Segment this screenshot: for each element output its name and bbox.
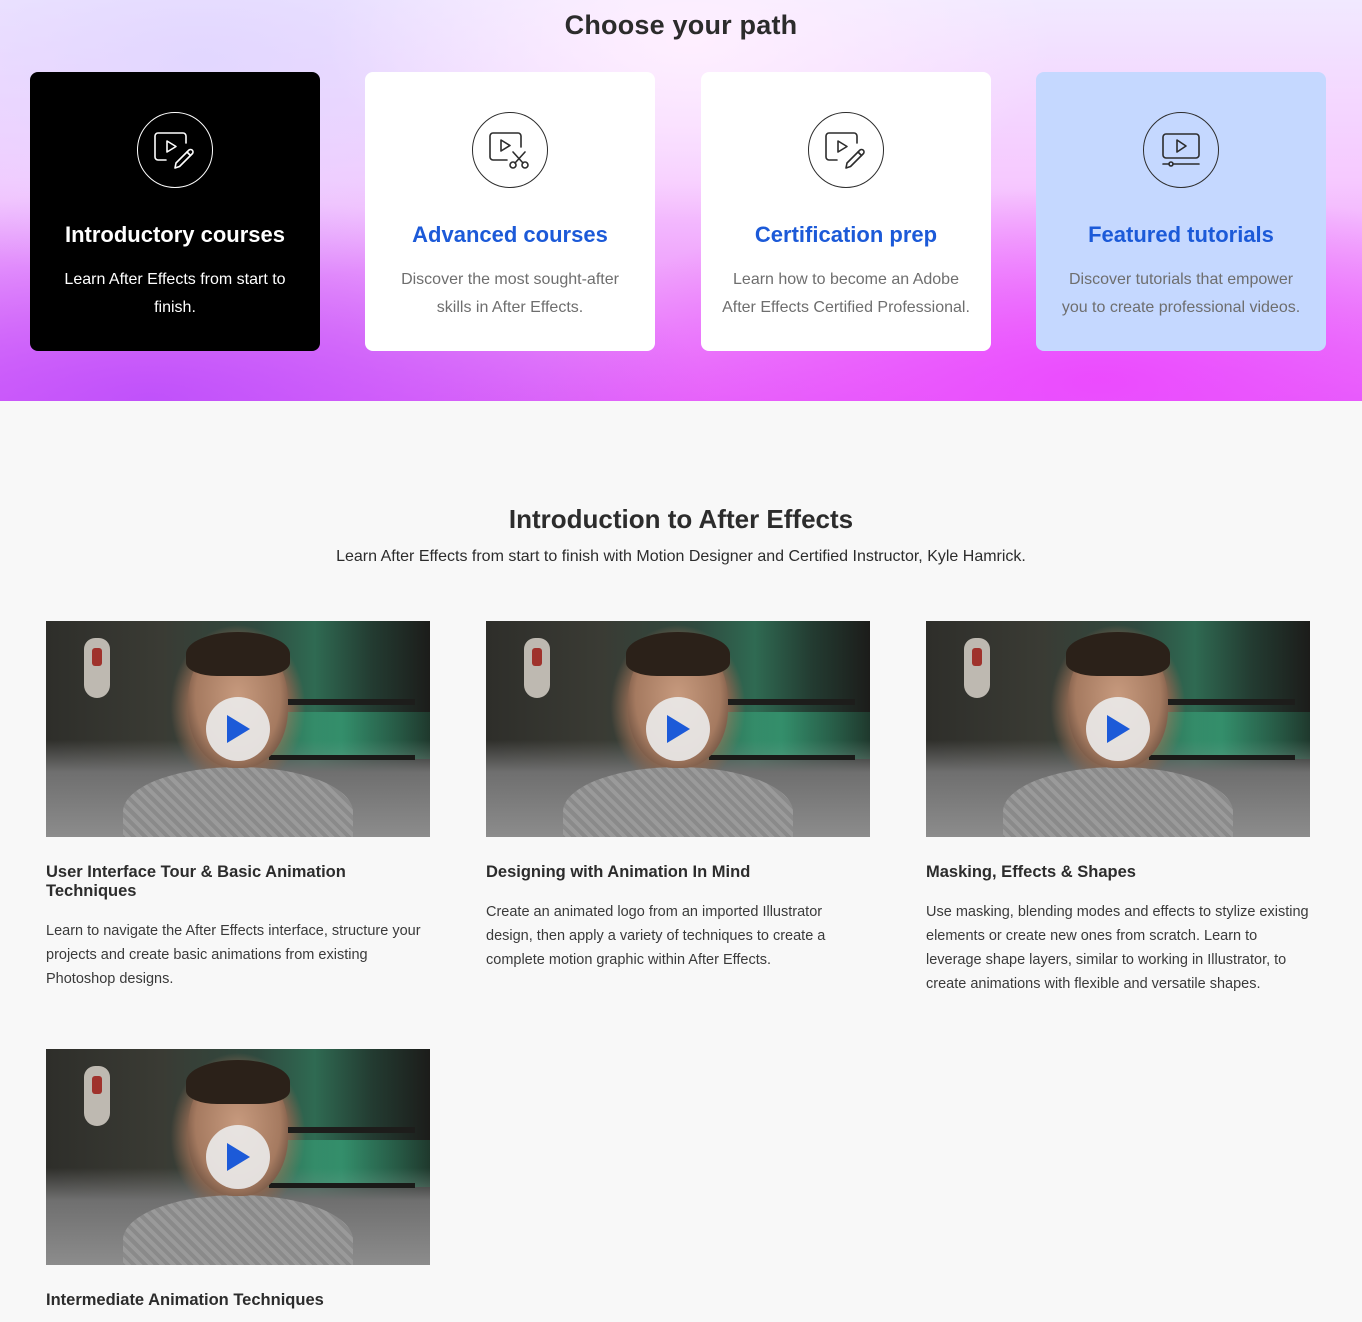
video-cut-icon <box>472 112 548 188</box>
path-card-title: Introductory courses <box>64 222 286 247</box>
video-card: User Interface Tour & Basic Animation Te… <box>46 621 430 991</box>
play-icon[interactable] <box>206 1125 270 1189</box>
hero-title: Choose your path <box>564 10 798 40</box>
video-edit-icon <box>808 112 884 188</box>
video-card: Intermediate Animation Techniques <box>46 1049 430 1310</box>
video-thumbnail[interactable] <box>486 621 870 837</box>
video-desc: Use masking, blending modes and effects … <box>926 904 1309 992</box>
path-card-advanced[interactable]: Advanced courses Discover the most sough… <box>365 72 655 351</box>
path-card-desc: Discover the most sought-after skills in… <box>401 271 619 316</box>
section-title: Introduction to After Effects <box>508 504 854 534</box>
video-thumbnail[interactable] <box>926 621 1310 837</box>
video-title[interactable]: Masking, Effects & Shapes <box>926 863 1310 882</box>
choose-path-hero: Choose your path Introductory courses Le… <box>0 0 1362 401</box>
video-card: Masking, Effects & Shapes Use masking, b… <box>926 621 1310 996</box>
play-icon[interactable] <box>646 697 710 761</box>
video-tutorial-icon <box>1143 112 1219 188</box>
video-title[interactable]: User Interface Tour & Basic Animation Te… <box>46 863 430 901</box>
path-card-desc: Learn how to become an Adobe After Effec… <box>722 271 970 316</box>
play-icon[interactable] <box>206 697 270 761</box>
video-desc: Learn to navigate the After Effects inte… <box>46 923 421 987</box>
video-edit-icon <box>137 112 213 188</box>
path-card-title: Featured tutorials <box>1088 222 1274 247</box>
path-card-desc: Discover tutorials that empower you to c… <box>1061 271 1301 316</box>
video-desc: Create an animated logo from an imported… <box>486 904 826 968</box>
path-card-title: Certification prep <box>754 222 938 247</box>
path-card-introductory[interactable]: Introductory courses Learn After Effects… <box>30 72 320 351</box>
video-thumbnail[interactable] <box>46 1049 430 1265</box>
play-icon[interactable] <box>1086 697 1150 761</box>
path-card-featured[interactable]: Featured tutorials Discover tutorials th… <box>1036 72 1326 351</box>
path-card-desc: Learn After Effects from start to finish… <box>64 271 286 316</box>
path-card-title: Advanced courses <box>412 222 608 247</box>
video-thumbnail[interactable] <box>46 621 430 837</box>
video-title[interactable]: Intermediate Animation Techniques <box>46 1291 430 1310</box>
section-subtitle: Learn After Effects from start to finish… <box>336 548 1026 565</box>
video-title[interactable]: Designing with Animation In Mind <box>486 863 870 882</box>
video-card: Designing with Animation In Mind Create … <box>486 621 870 972</box>
path-card-certification[interactable]: Certification prep Learn how to become a… <box>701 72 991 351</box>
